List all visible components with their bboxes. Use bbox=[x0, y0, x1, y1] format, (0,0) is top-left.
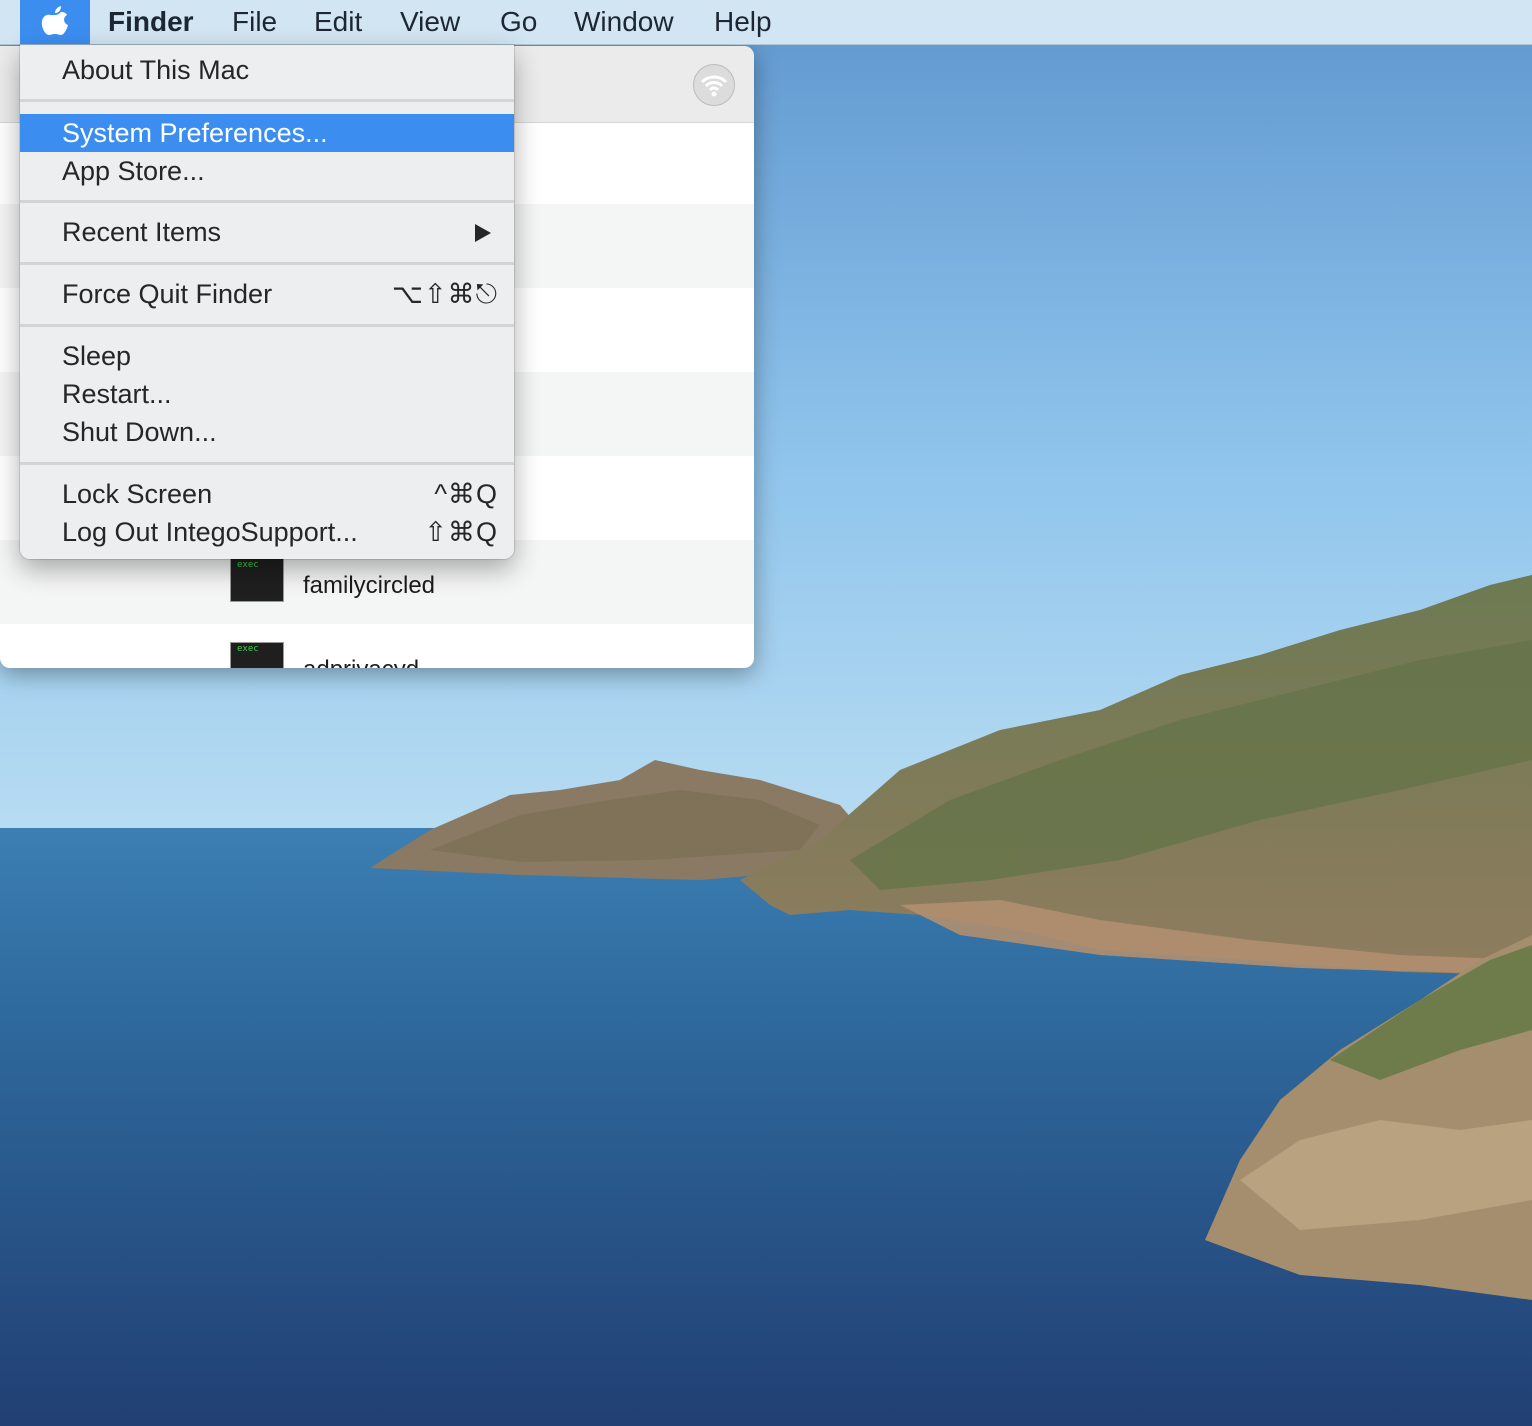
menubar-item-help[interactable]: Help bbox=[714, 0, 772, 44]
menu-item-label: About This Mac bbox=[62, 55, 250, 85]
menubar-app-finder[interactable]: Finder bbox=[108, 0, 194, 44]
menu-separator bbox=[20, 200, 514, 203]
file-name: adprivacyd bbox=[303, 656, 419, 668]
menu-item-label: Force Quit Finder bbox=[62, 279, 273, 309]
menu-separator bbox=[20, 462, 514, 465]
menu-item-force-quit-finder[interactable]: Force Quit Finder ⌥⇧⌘⎋ bbox=[20, 275, 514, 313]
file-name: familycircled bbox=[303, 572, 436, 599]
exec-tag: exec bbox=[237, 644, 259, 654]
apple-menu-button[interactable] bbox=[20, 0, 90, 44]
menu-item-label: System Preferences... bbox=[62, 118, 328, 148]
exec-file-icon: exec bbox=[230, 558, 284, 602]
menubar-item-go[interactable]: Go bbox=[500, 0, 537, 44]
menu-item-label: Lock Screen bbox=[62, 479, 213, 509]
menu-bar: Finder File Edit View Go Window Help bbox=[0, 0, 1532, 45]
exec-file-icon: exec bbox=[230, 642, 284, 668]
menu-item-label: App Store... bbox=[62, 156, 205, 186]
menu-item-label: Sleep bbox=[62, 341, 132, 371]
menu-item-about-this-mac[interactable]: About This Mac bbox=[20, 51, 514, 89]
menu-item-label: Shut Down... bbox=[62, 417, 217, 447]
menu-item-label: Recent Items bbox=[62, 217, 222, 247]
menu-item-system-preferences[interactable]: System Preferences... bbox=[20, 114, 514, 152]
menu-separator bbox=[20, 324, 514, 327]
menu-item-shut-down[interactable]: Shut Down... bbox=[20, 413, 514, 451]
keyboard-shortcut: ⇧⌘Q bbox=[424, 517, 498, 547]
submenu-arrow-icon bbox=[475, 224, 491, 242]
menu-item-restart[interactable]: Restart... bbox=[20, 375, 514, 413]
menubar-item-file[interactable]: File bbox=[232, 0, 277, 44]
menu-item-label: Log Out IntegoSupport... bbox=[62, 517, 358, 547]
apple-logo-icon bbox=[41, 6, 68, 35]
menu-item-app-store[interactable]: App Store... bbox=[20, 152, 514, 190]
airdrop-icon bbox=[700, 75, 728, 97]
keyboard-shortcut: ⌥⇧⌘⎋ bbox=[391, 279, 498, 309]
menubar-item-edit[interactable]: Edit bbox=[314, 0, 362, 44]
menubar-item-window[interactable]: Window bbox=[574, 0, 674, 44]
apple-menu-dropdown: About This Mac System Preferences... App… bbox=[20, 45, 514, 559]
menu-item-sleep[interactable]: Sleep bbox=[20, 337, 514, 375]
list-row-adprivacyd[interactable]: exec adprivacyd bbox=[0, 624, 754, 668]
keyboard-shortcut: ^⌘Q bbox=[434, 479, 498, 509]
airdrop-button[interactable] bbox=[693, 64, 735, 106]
exec-tag: exec bbox=[237, 560, 259, 570]
menubar-item-view[interactable]: View bbox=[400, 0, 460, 44]
menu-item-log-out[interactable]: Log Out IntegoSupport... ⇧⌘Q bbox=[20, 513, 514, 551]
menu-item-recent-items[interactable]: Recent Items bbox=[20, 213, 514, 251]
menu-item-label: Restart... bbox=[62, 379, 172, 409]
menu-separator bbox=[20, 262, 514, 265]
menu-separator bbox=[20, 99, 514, 102]
menu-item-lock-screen[interactable]: Lock Screen ^⌘Q bbox=[20, 475, 514, 513]
